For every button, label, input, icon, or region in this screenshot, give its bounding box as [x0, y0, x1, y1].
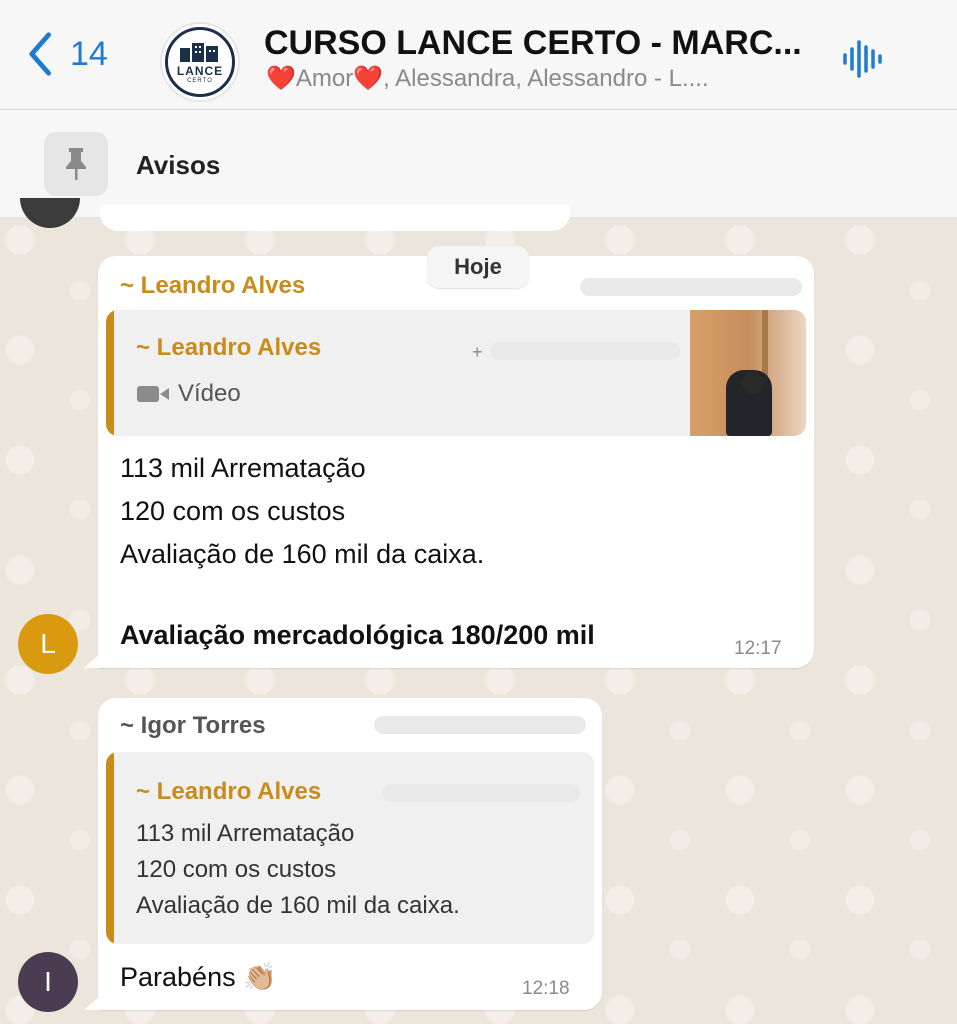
quoted-line: Avaliação de 160 mil da caixa.: [136, 892, 460, 919]
pin-icon-box: [44, 132, 108, 196]
quoted-message[interactable]: ~ Leandro Alves 113 mil Arrematação 120 …: [106, 752, 594, 944]
redacted-phone: [490, 342, 680, 360]
message-text: 113 mil Arrematação 120 com os custos Av…: [120, 447, 484, 576]
lance-certo-logo: LANCE CERTO: [165, 27, 235, 97]
clapping-hands-emoji: 👏🏼: [243, 962, 277, 992]
redacted-phone: [374, 716, 586, 734]
message-line: Avaliação de 160 mil da caixa.: [120, 539, 485, 569]
thumbnail-head: [742, 372, 764, 394]
message-bubble-partial[interactable]: [100, 205, 570, 231]
message-text: Parabéns 👏🏼: [120, 956, 277, 999]
unread-count: 14: [70, 34, 108, 73]
message-line: 113 mil Arrematação: [120, 453, 366, 483]
audio-wave-icon[interactable]: [840, 36, 886, 82]
redacted-phone: [382, 784, 580, 802]
logo-subword: CERTO: [187, 78, 213, 84]
message-line: Parabéns: [120, 962, 236, 992]
quoted-text: 113 mil Arrematação 120 com os custos Av…: [136, 816, 460, 924]
quote-accent-bar: [106, 752, 114, 944]
redacted-phone-prefix: +: [472, 342, 483, 362]
media-type: Vídeo: [178, 380, 241, 407]
pinned-message-bar[interactable]: Avisos: [0, 110, 957, 218]
heart-emoji: ❤️: [353, 65, 384, 92]
chevron-left-icon: [29, 32, 51, 76]
message-time: 12:18: [522, 978, 570, 999]
quote-accent-bar: [106, 310, 114, 436]
sender-name[interactable]: ~ Igor Torres: [120, 712, 266, 740]
avatar[interactable]: L: [18, 614, 78, 674]
quoted-line: 120 com os custos: [136, 856, 337, 883]
pinned-label: Avisos: [136, 150, 221, 180]
message-time: 12:17: [734, 638, 782, 659]
group-avatar[interactable]: LANCE CERTO: [160, 22, 240, 102]
pin-icon: [66, 148, 86, 180]
message-line: 120 com os custos: [120, 496, 346, 526]
video-camera-icon: [137, 386, 169, 402]
member-amor: Amor: [295, 65, 354, 92]
member-list: , Alessandra, Alessandro - L....: [383, 65, 709, 92]
message-bubble[interactable]: ~ Igor Torres ~ Leandro Alves 113 mil Ar…: [98, 698, 602, 1010]
back-button[interactable]: 14: [22, 30, 108, 78]
bubble-tail: [84, 654, 100, 668]
heart-emoji: ❤️: [266, 65, 296, 92]
buildings-icon: [180, 43, 218, 62]
quoted-sender-name: ~ Leandro Alves: [136, 334, 322, 361]
bubble-tail: [84, 996, 100, 1010]
quoted-sender-name: ~ Leandro Alves: [136, 778, 322, 805]
date-separator: Hoje: [427, 246, 529, 288]
message-bubble[interactable]: ~ Leandro Alves ~ Leandro Alves + Vídeo …: [98, 256, 814, 668]
sender-name[interactable]: ~ Leandro Alves: [120, 272, 305, 300]
avatar[interactable]: I: [18, 952, 78, 1012]
message-bold-line: Avaliação mercadológica 180/200 mil: [120, 620, 595, 650]
quoted-line: 113 mil Arrematação: [136, 820, 355, 847]
redacted-phone: [580, 278, 802, 296]
chat-header: 14 LANCE CERTO CURSO LANCE CERTO - MARC.…: [0, 0, 957, 110]
quoted-media-label: Vídeo: [136, 380, 241, 408]
video-thumbnail[interactable]: [690, 310, 806, 436]
logo-word: LANCE: [176, 64, 224, 78]
chat-title[interactable]: CURSO LANCE CERTO - MARC...: [264, 24, 824, 63]
quoted-message[interactable]: ~ Leandro Alves + Vídeo: [106, 310, 806, 436]
chat-members[interactable]: ❤️Amor❤️, Alessandra, Alessandro - L....: [266, 64, 806, 93]
